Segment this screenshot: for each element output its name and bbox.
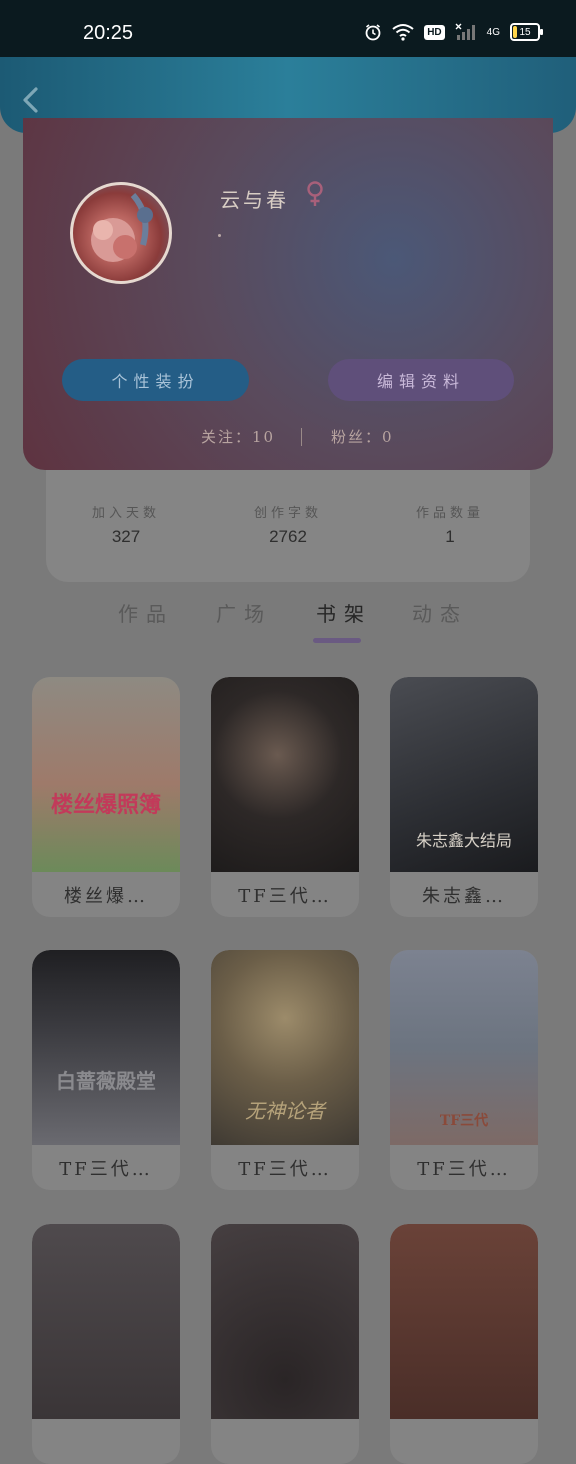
book-title: TF三代…: [417, 1159, 511, 1180]
stat-works-count: 作品数量 1: [370, 502, 530, 547]
bio-text: [218, 234, 221, 237]
book-card[interactable]: 无神论者 TF三代…: [211, 950, 359, 1190]
stat-label: 创作字数: [253, 506, 322, 521]
book-card[interactable]: TF三代 TF三代…: [390, 950, 538, 1190]
book-card[interactable]: TF三代…: [211, 677, 359, 917]
avatar[interactable]: [70, 182, 172, 284]
network-label: 4G: [486, 26, 500, 38]
alarm-icon: [365, 24, 381, 41]
stat-label: 加入天数: [91, 506, 160, 521]
book-cover: 无神论者: [211, 950, 359, 1145]
hd-badge: HD: [424, 24, 445, 40]
tab-bookshelf[interactable]: 书架: [316, 598, 372, 627]
cover-title: 无神论者: [245, 1099, 325, 1123]
book-title: TF三代…: [238, 886, 332, 907]
following-count[interactable]: 关注：10: [201, 426, 275, 447]
book-title: TF三代…: [238, 1159, 332, 1180]
book-cover: 楼丝爆照簿: [32, 677, 180, 872]
profile-card: [23, 118, 553, 470]
cover-title: 白蔷薇殿堂: [56, 1069, 156, 1093]
book-title: TF三代…: [59, 1159, 153, 1180]
book-cover: 白蔷薇殿堂: [32, 950, 180, 1145]
book-card[interactable]: 楼丝爆照簿 楼丝爆…: [32, 677, 180, 917]
stat-label: 作品数量: [415, 506, 484, 521]
status-bar: 20:25 HD 4G 15: [0, 0, 576, 62]
cover-title: 楼丝爆照簿: [50, 792, 161, 818]
book-title: 楼丝爆…: [64, 886, 148, 907]
decorate-button[interactable]: 个性装扮: [62, 359, 249, 401]
status-icons: HD 4G 15: [364, 23, 543, 41]
stats-card: 加入天数 327 创作字数 2762 作品数量 1: [46, 470, 530, 582]
username: 云与春: [220, 188, 289, 212]
cover-title: TF三代: [439, 1113, 489, 1129]
chevron-left-icon[interactable]: [16, 83, 46, 117]
stat-value: 1: [445, 527, 455, 546]
stat-value: 2762: [269, 527, 307, 546]
book-card[interactable]: [390, 1224, 538, 1464]
follow-stats: 关注：10 粉丝：0: [23, 426, 553, 448]
book-cover: TF三代: [390, 950, 538, 1145]
stat-join-days: 加入天数 327: [46, 502, 206, 547]
book-cover: [211, 677, 359, 872]
cover-title: 朱志鑫大结局: [415, 831, 512, 850]
tab-works[interactable]: 作品: [118, 598, 174, 627]
active-tab-indicator: [313, 638, 361, 643]
divider: [301, 428, 302, 446]
tab-bar: 作品 广场 书架 动态: [0, 598, 576, 648]
book-card[interactable]: 朱志鑫大结局 朱志鑫…: [390, 677, 538, 917]
edit-profile-button[interactable]: 编辑资料: [328, 359, 514, 401]
status-time: 20:25: [83, 22, 134, 44]
signal-icon: [455, 23, 475, 40]
book-cover: [211, 1224, 359, 1419]
female-icon: [307, 181, 323, 206]
book-cover: [390, 1224, 538, 1419]
book-card[interactable]: [211, 1224, 359, 1464]
battery-icon: 15: [510, 23, 543, 41]
book-card[interactable]: 白蔷薇殿堂 TF三代…: [32, 950, 180, 1190]
book-cover: [32, 1224, 180, 1419]
tab-activity[interactable]: 动态: [412, 598, 468, 627]
stat-word-count: 创作字数 2762: [208, 502, 368, 547]
stat-value: 327: [111, 527, 141, 546]
fans-count[interactable]: 粉丝：0: [331, 426, 394, 447]
book-title: 朱志鑫…: [422, 886, 506, 907]
book-cover: 朱志鑫大结局: [390, 677, 538, 872]
wifi-icon: [392, 24, 414, 41]
book-card[interactable]: [32, 1224, 180, 1464]
battery-level: 15: [519, 26, 531, 38]
tab-square[interactable]: 广场: [216, 598, 272, 627]
avatar-image: [91, 192, 153, 262]
